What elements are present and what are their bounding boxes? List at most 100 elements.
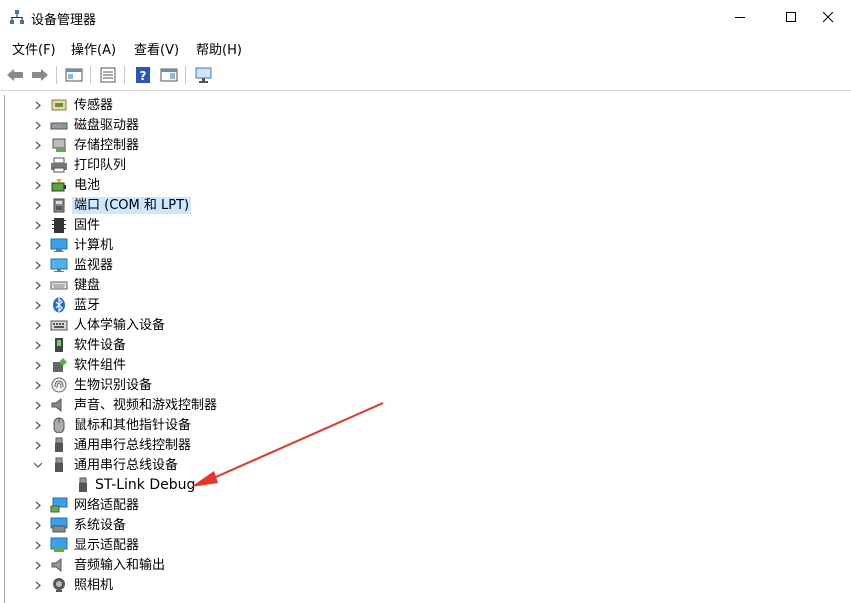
expand-toggle[interactable] <box>32 138 44 152</box>
chevron-right-icon <box>35 401 41 410</box>
toolbar-separator <box>185 66 186 84</box>
tree-item[interactable]: 计算机 <box>5 235 825 255</box>
display-adapter-icon <box>50 537 68 553</box>
expand-toggle[interactable] <box>32 518 44 532</box>
tree-item-label: 存储控制器 <box>74 138 140 153</box>
expand-toggle[interactable] <box>32 538 44 552</box>
expand-toggle[interactable] <box>32 98 44 112</box>
expand-toggle[interactable] <box>32 418 44 432</box>
tree-item[interactable]: 鼠标和其他指针设备 <box>5 415 825 435</box>
menu-action[interactable]: 操作(A) <box>71 39 116 58</box>
tree-item[interactable]: 监视器 <box>5 255 825 275</box>
printer-icon <box>50 157 68 173</box>
tree-item[interactable]: 人体学输入设备 <box>5 315 825 335</box>
tree-item[interactable]: 网络适配器 <box>5 495 825 515</box>
chevron-right-icon <box>35 501 41 510</box>
expand-toggle[interactable] <box>32 178 44 192</box>
forward-arrow-icon <box>32 69 48 81</box>
expand-toggle[interactable] <box>32 278 44 292</box>
expand-toggle[interactable] <box>32 218 44 232</box>
tree-item[interactable]: 打印队列 <box>5 155 825 175</box>
tree-item-label: 网络适配器 <box>74 498 140 513</box>
scan-hardware-button[interactable] <box>193 64 215 86</box>
storage-controller-icon <box>50 137 68 153</box>
tree-item[interactable]: 传感器 <box>5 95 825 115</box>
expand-toggle[interactable] <box>32 298 44 312</box>
chevron-right-icon <box>35 161 41 170</box>
tree-item[interactable]: 通用串行总线设备 <box>5 455 825 475</box>
close-button[interactable] <box>805 0 851 34</box>
properties-button[interactable] <box>97 64 119 86</box>
chevron-right-icon <box>35 421 41 430</box>
disk-drive-icon <box>50 117 68 133</box>
chevron-right-icon <box>35 201 41 210</box>
collapse-toggle[interactable] <box>32 458 44 472</box>
tree-item[interactable]: 电池 <box>5 175 825 195</box>
chevron-right-icon <box>35 101 41 110</box>
minimize-button[interactable] <box>717 0 763 34</box>
chevron-right-icon <box>35 241 41 250</box>
menu-help[interactable]: 帮助(H) <box>196 39 242 58</box>
expand-toggle[interactable] <box>32 238 44 252</box>
vertical-scrollbar[interactable] <box>846 95 851 603</box>
hid-icon <box>50 317 68 333</box>
expand-toggle[interactable] <box>32 558 44 572</box>
port-icon <box>50 197 68 213</box>
expand-toggle[interactable] <box>32 378 44 392</box>
tree-item[interactable]: 磁盘驱动器 <box>5 115 825 135</box>
tree-item[interactable]: 声音、视频和游戏控制器 <box>5 395 825 415</box>
tree-item[interactable]: 生物识别设备 <box>5 375 825 395</box>
toolbar: ? <box>0 60 851 91</box>
forward-button[interactable] <box>29 64 51 86</box>
tree-item-label: 通用串行总线控制器 <box>74 438 192 453</box>
chevron-right-icon <box>35 521 41 530</box>
tree-item[interactable]: 软件设备 <box>5 335 825 355</box>
tree-item[interactable]: 蓝牙 <box>5 295 825 315</box>
expand-toggle[interactable] <box>32 198 44 212</box>
menu-view[interactable]: 查看(V) <box>134 39 179 58</box>
chevron-right-icon <box>35 281 41 290</box>
tree-item-label: 生物识别设备 <box>74 378 153 393</box>
expand-toggle[interactable] <box>32 578 44 592</box>
tree-item[interactable]: 存储控制器 <box>5 135 825 155</box>
expand-toggle[interactable] <box>32 338 44 352</box>
tree-item[interactable]: 显示适配器 <box>5 535 825 555</box>
computer-icon <box>50 237 68 253</box>
menu-file[interactable]: 文件(F) <box>12 39 56 58</box>
tree-item[interactable]: 照相机 <box>5 575 825 595</box>
back-button[interactable] <box>4 64 26 86</box>
console-tree-icon <box>65 68 83 82</box>
expand-toggle[interactable] <box>32 118 44 132</box>
tree-item[interactable]: 音频输入和输出 <box>5 555 825 575</box>
camera-icon <box>50 577 68 593</box>
tree-item-label: 磁盘驱动器 <box>74 118 140 133</box>
tree-item[interactable]: 通用串行总线控制器 <box>5 435 825 455</box>
expand-toggle[interactable] <box>32 318 44 332</box>
chevron-right-icon <box>35 581 41 590</box>
tree-item-label: 软件组件 <box>74 358 127 373</box>
tree-item-label: 固件 <box>74 218 101 233</box>
tree-item-label: 显示适配器 <box>74 538 140 553</box>
chevron-right-icon <box>35 361 41 370</box>
chevron-right-icon <box>35 121 41 130</box>
expand-toggle[interactable] <box>32 258 44 272</box>
expand-toggle[interactable] <box>32 438 44 452</box>
tree-item[interactable]: 系统设备 <box>5 515 825 535</box>
expand-toggle[interactable] <box>32 398 44 412</box>
tree-item[interactable]: 键盘 <box>5 275 825 295</box>
software-device-icon <box>50 337 68 353</box>
help-button[interactable]: ? <box>132 64 154 86</box>
chevron-right-icon <box>35 221 41 230</box>
show-hide-console-tree-button[interactable] <box>63 64 85 86</box>
tree-child-item[interactable]: ST-Link Debug <box>5 475 825 495</box>
firmware-icon <box>50 217 68 233</box>
audio-io-icon <box>50 557 68 573</box>
tree-item[interactable]: 软件组件 <box>5 355 825 375</box>
tree-item[interactable]: 端口 (COM 和 LPT) <box>5 195 825 215</box>
view-button[interactable] <box>158 64 180 86</box>
expand-toggle[interactable] <box>32 498 44 512</box>
expand-toggle[interactable] <box>32 358 44 372</box>
expand-toggle[interactable] <box>32 158 44 172</box>
network-adapter-icon <box>50 497 68 513</box>
tree-item[interactable]: 固件 <box>5 215 825 235</box>
